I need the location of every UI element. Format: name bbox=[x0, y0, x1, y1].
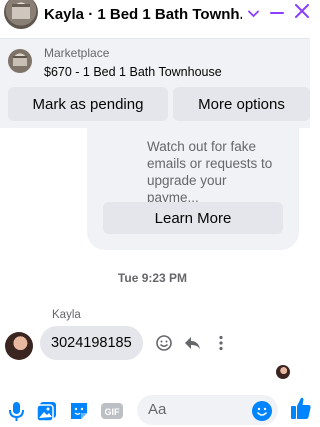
seen-indicator-avatar bbox=[276, 365, 290, 379]
react-emoji-icon[interactable] bbox=[155, 334, 173, 352]
chevron-down-icon[interactable] bbox=[248, 7, 259, 21]
sticker-icon[interactable] bbox=[68, 400, 90, 422]
marketplace-label: Marketplace bbox=[44, 46, 110, 60]
safety-tip-text: Watch out for fake emails or requests to… bbox=[147, 139, 273, 205]
learn-more-button[interactable]: Learn More bbox=[103, 202, 283, 234]
chat-title[interactable]: Kayla · 1 Bed 1 Bath Townh... bbox=[44, 6, 242, 23]
emoji-icon[interactable] bbox=[252, 401, 272, 421]
minimize-icon[interactable] bbox=[270, 3, 286, 21]
chat-window: Kayla · 1 Bed 1 Bath Townh... Marketplac… bbox=[0, 0, 312, 427]
thumbs-up-icon[interactable] bbox=[290, 395, 312, 421]
marketplace-banner: Marketplace $670 - 1 Bed 1 Bath Townhous… bbox=[0, 38, 310, 128]
message-timestamp: Tue 9:23 PM bbox=[117, 271, 188, 285]
photo-icon[interactable] bbox=[36, 400, 58, 422]
sender-name: Kayla bbox=[52, 309, 81, 321]
gif-icon[interactable]: GIF bbox=[100, 400, 123, 422]
microphone-icon[interactable] bbox=[6, 400, 28, 422]
more-actions-icon[interactable] bbox=[212, 334, 230, 352]
listing-title[interactable]: $670 - 1 Bed 1 Bath Townhouse bbox=[44, 65, 222, 79]
reply-icon[interactable] bbox=[183, 334, 201, 352]
mark-as-pending-button[interactable]: Mark as pending bbox=[8, 87, 168, 121]
message-bubble[interactable]: 3024198185 bbox=[40, 326, 143, 360]
listing-thumbnail[interactable] bbox=[8, 49, 32, 73]
message-input[interactable] bbox=[148, 401, 248, 418]
chat-header: Kayla · 1 Bed 1 Bath Townh... bbox=[0, 0, 310, 29]
message-composer: GIF bbox=[0, 393, 312, 427]
close-icon[interactable] bbox=[295, 2, 309, 22]
sender-avatar[interactable] bbox=[5, 332, 33, 360]
listing-avatar[interactable] bbox=[4, 0, 38, 29]
more-options-button[interactable]: More options bbox=[173, 87, 310, 121]
svg-text:GIF: GIF bbox=[105, 407, 121, 417]
